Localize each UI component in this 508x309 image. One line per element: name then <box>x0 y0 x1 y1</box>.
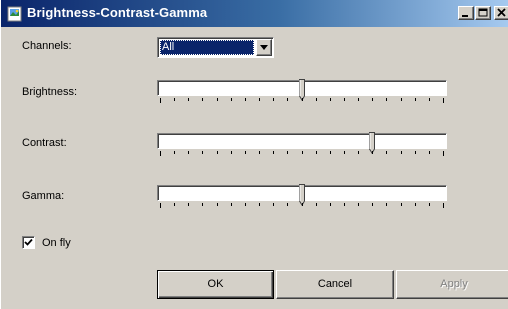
chevron-down-icon <box>260 45 268 50</box>
contrast-label: Contrast: <box>22 137 67 149</box>
brightness-label: Brightness: <box>22 86 78 98</box>
window-title: Brightness-Contrast-Gamma <box>27 5 208 20</box>
maximize-button[interactable] <box>475 6 491 20</box>
apply-button[interactable]: Apply <box>396 270 508 299</box>
brightness-slider[interactable] <box>157 79 447 104</box>
on-fly-checkbox[interactable] <box>22 236 35 249</box>
brightness-contrast-gamma-dialog: Brightness-Contrast-Gamma Channels: All … <box>0 0 508 309</box>
brightness-slider-ticks <box>160 98 444 103</box>
image-icon <box>7 6 23 22</box>
minimize-button[interactable] <box>458 6 474 20</box>
cancel-button[interactable]: Cancel <box>276 270 394 299</box>
gamma-slider[interactable] <box>157 184 447 209</box>
contrast-slider-ticks <box>160 151 444 156</box>
channels-selected-value: All <box>160 40 254 55</box>
contrast-slider-track[interactable] <box>157 133 447 149</box>
contrast-slider[interactable] <box>157 132 447 157</box>
gamma-label: Gamma: <box>22 190 65 202</box>
dropdown-arrow-button[interactable] <box>256 39 272 56</box>
channels-dropdown[interactable]: All <box>157 37 274 58</box>
gamma-slider-ticks <box>160 203 444 208</box>
on-fly-label[interactable]: On fly <box>42 237 71 249</box>
channels-label: Channels: <box>22 40 72 52</box>
ok-button[interactable]: OK <box>157 270 274 299</box>
close-button[interactable] <box>494 6 508 20</box>
title-bar[interactable]: Brightness-Contrast-Gamma <box>1 0 508 27</box>
checkmark-icon <box>24 238 33 246</box>
